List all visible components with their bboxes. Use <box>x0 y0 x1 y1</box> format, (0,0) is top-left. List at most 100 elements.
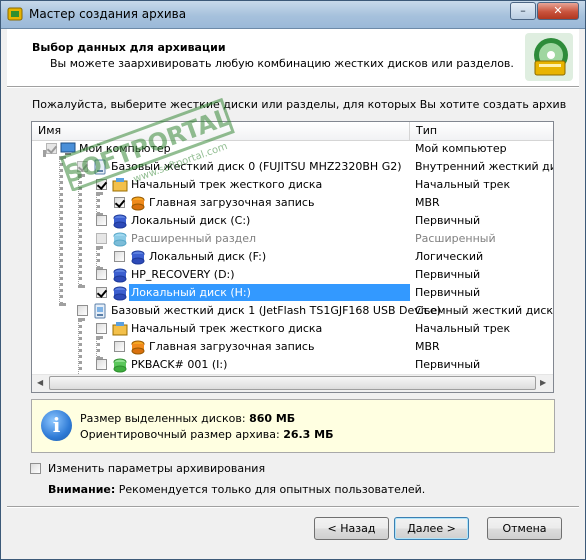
checkbox-track-1[interactable] <box>96 323 107 334</box>
tree-row-disk-i[interactable]: PKBACK# 001 (I:) Первичный <box>32 356 553 374</box>
footer-separator <box>7 506 579 508</box>
close-button[interactable]: ✕ <box>537 2 579 20</box>
track-icon <box>112 322 128 336</box>
partition-icon <box>113 268 127 283</box>
warning-text: Внимание: Рекомендуется только для опытн… <box>48 483 425 496</box>
tree-row-type: Внутренний жесткий диск <box>415 160 553 173</box>
checkbox-disk-d[interactable] <box>96 269 107 280</box>
tree-row-type: Первичный <box>415 358 481 371</box>
column-type-header[interactable]: Тип <box>416 124 437 137</box>
partition-icon <box>113 214 127 229</box>
selected-size-label: Размер выделенных дисков: <box>80 412 246 425</box>
change-params-label[interactable]: Изменить параметры архивирования <box>48 462 265 475</box>
checkbox-disk-f[interactable] <box>114 251 125 262</box>
checkbox-mbr-1[interactable] <box>114 341 125 352</box>
scrollbar-thumb[interactable] <box>49 376 536 390</box>
title-bar[interactable]: Мастер создания архива – ✕ <box>1 1 585 29</box>
usb-disk-icon <box>94 303 106 319</box>
tree-row-type: MBR <box>415 196 440 209</box>
back-button[interactable]: < Назад <box>314 517 389 540</box>
extended-partition-icon <box>113 232 127 247</box>
mbr-icon <box>131 340 145 355</box>
tree-row-mbr-0[interactable]: Главная загрузочная запись MBR <box>32 194 553 212</box>
page-title: Выбор данных для архивации <box>32 41 226 54</box>
tree-row-disk-f[interactable]: Локальный диск (F:) Логический <box>32 248 553 266</box>
checkbox-my-computer[interactable] <box>46 143 57 154</box>
tree-row-label: Локальный диск (C:) <box>131 214 251 227</box>
checkbox-disk-i[interactable] <box>96 359 107 370</box>
tree-row-type: Начальный трек <box>415 178 511 191</box>
tree-row-label: Локальный диск (F:) <box>149 250 267 263</box>
tree-row-disk-h[interactable]: Локальный диск (H:) Первичный <box>32 284 553 302</box>
instruction-text: Пожалуйста, выберите жесткие диски или р… <box>32 98 567 111</box>
wizard-window: Мастер создания архива – ✕ Выбор данных … <box>0 0 586 560</box>
size-info-panel: Размер выделенных дисков: 860 МБ Ориенти… <box>31 399 555 453</box>
column-divider[interactable] <box>409 122 410 140</box>
tree-row-type: Логический <box>415 250 484 263</box>
tree-row-type: MBR <box>415 340 440 353</box>
tree-row-label: PKBACK# 001 (I:) <box>131 358 228 371</box>
tree-row-type: Съемный жесткий диск <box>415 304 554 317</box>
tree-column-header: Имя Тип <box>32 122 553 141</box>
tree-row-label: Расширенный раздел <box>131 232 257 245</box>
track-icon <box>112 178 128 192</box>
tree-row-type: Мой компьютер <box>415 142 507 155</box>
selected-size-line: Размер выделенных дисков: 860 МБ <box>80 412 295 425</box>
tree-row-disk-0[interactable]: Базовый жесткий диск 0 (FUJITSU MHZ2320B… <box>32 158 553 176</box>
tree-row-type: Первичный <box>415 286 481 299</box>
partition-icon <box>131 250 145 265</box>
computer-icon <box>60 142 76 155</box>
checkbox-disk-0[interactable] <box>77 161 88 172</box>
minimize-button[interactable]: – <box>510 2 536 20</box>
checkbox-track-0[interactable] <box>96 179 107 190</box>
archive-size-label: Ориентировочный размер архива: <box>80 428 280 441</box>
tree-row-type: Первичный <box>415 214 481 227</box>
archive-size-line: Ориентировочный размер архива: 26.3 МБ <box>80 428 334 441</box>
tree-row-label: Главная загрузочная запись <box>149 340 315 353</box>
header-separator <box>7 86 579 88</box>
horizontal-scrollbar[interactable]: ◀ ▶ <box>32 374 553 392</box>
tree-row-track-0[interactable]: Начальный трек жесткого диска Начальный … <box>32 176 553 194</box>
scroll-left-arrow-icon[interactable]: ◀ <box>37 378 43 387</box>
wizard-header: Выбор данных для архивации Вы можете заа… <box>7 29 579 86</box>
tree-row-disk-1[interactable]: Базовый жесткий диск 1 (JetFlash TS1GJF1… <box>32 302 553 320</box>
warning-message: Рекомендуется только для опытных пользов… <box>115 483 426 496</box>
tree-row-disk-c[interactable]: Локальный диск (C:) Первичный <box>32 212 553 230</box>
tree-row-label: Начальный трек жесткого диска <box>131 178 323 191</box>
tree-row-my-computer[interactable]: Мой компьютер Мой компьютер <box>32 140 553 158</box>
tree-row-type: Начальный трек <box>415 322 511 335</box>
checkbox-extended[interactable] <box>96 233 107 244</box>
cancel-button[interactable]: Отмена <box>487 517 562 540</box>
tree-row-label: HP_RECOVERY (D:) <box>131 268 235 281</box>
tree-row-track-1[interactable]: Начальный трек жесткого диска Начальный … <box>32 320 553 338</box>
checkbox-mbr-0[interactable] <box>114 197 125 208</box>
hard-disk-icon <box>94 159 106 175</box>
partition-green-icon <box>113 358 127 373</box>
disk-tree[interactable]: Имя Тип Мой компьютер Мой компьютер Базо… <box>31 121 554 393</box>
mbr-icon <box>131 196 145 211</box>
checkbox-disk-c[interactable] <box>96 215 107 226</box>
page-subtitle: Вы можете заархивировать любую комбинаци… <box>50 57 514 70</box>
tree-row-label: Базовый жесткий диск 0 (FUJITSU MHZ2320B… <box>111 160 402 173</box>
scroll-right-arrow-icon[interactable]: ▶ <box>540 378 546 387</box>
info-icon <box>41 410 72 441</box>
selected-size-value: 860 МБ <box>249 412 296 425</box>
warning-label: Внимание: <box>48 483 116 496</box>
tree-row-disk-d[interactable]: HP_RECOVERY (D:) Первичный <box>32 266 553 284</box>
tree-row-label: Базовый жесткий диск 1 (JetFlash TS1GJF1… <box>111 304 441 317</box>
window-title: Мастер создания архива <box>29 7 187 21</box>
tree-row-label: Начальный трек жесткого диска <box>131 322 323 335</box>
tree-row-label: Мой компьютер <box>79 142 171 155</box>
change-params-checkbox[interactable] <box>30 463 41 474</box>
tree-row-mbr-1[interactable]: Главная загрузочная запись MBR <box>32 338 553 356</box>
tree-row-extended[interactable]: Расширенный раздел Расширенный <box>32 230 553 248</box>
checkbox-disk-h[interactable] <box>96 287 107 298</box>
checkbox-disk-1[interactable] <box>77 305 88 316</box>
tree-row-type: Расширенный <box>415 232 496 245</box>
next-button[interactable]: Далее > <box>394 517 469 540</box>
column-name-header[interactable]: Имя <box>38 124 61 137</box>
partition-icon <box>113 286 127 301</box>
tree-row-label: Главная загрузочная запись <box>149 196 315 209</box>
tree-row-label: Локальный диск (H:) <box>131 286 251 299</box>
tree-row-type: Первичный <box>415 268 481 281</box>
